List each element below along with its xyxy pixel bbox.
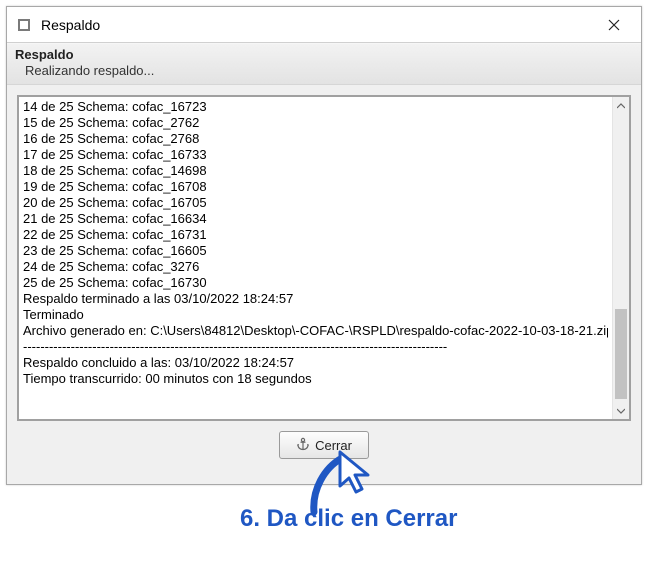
- window-title: Respaldo: [41, 17, 593, 33]
- chevron-down-icon: [617, 408, 625, 414]
- close-button-label: Cerrar: [315, 438, 352, 453]
- log-line: 14 de 25 Schema: cofac_16723: [23, 99, 608, 115]
- chevron-up-icon: [617, 103, 625, 109]
- log-line: Respaldo concluido a las: 03/10/2022 18:…: [23, 355, 608, 371]
- log-line: 19 de 25 Schema: cofac_16708: [23, 179, 608, 195]
- log-line: 17 de 25 Schema: cofac_16733: [23, 147, 608, 163]
- log-line: 16 de 25 Schema: cofac_2768: [23, 131, 608, 147]
- scroll-thumb[interactable]: [615, 309, 627, 399]
- close-button[interactable]: Cerrar: [279, 431, 369, 459]
- log-line: Respaldo terminado a las 03/10/2022 18:2…: [23, 291, 608, 307]
- log-line: Tiempo transcurrido: 00 minutos con 18 s…: [23, 371, 608, 387]
- sub-header: Respaldo Realizando respaldo...: [7, 43, 641, 85]
- log-line: 20 de 25 Schema: cofac_16705: [23, 195, 608, 211]
- scrollbar[interactable]: [612, 97, 629, 419]
- log-line: 24 de 25 Schema: cofac_3276: [23, 259, 608, 275]
- dialog-window: Respaldo Respaldo Realizando respaldo...…: [6, 6, 642, 485]
- close-icon: [608, 19, 620, 31]
- button-row: Cerrar: [17, 421, 631, 459]
- log-line: 21 de 25 Schema: cofac_16634: [23, 211, 608, 227]
- scroll-track[interactable]: [613, 114, 629, 402]
- scroll-up-button[interactable]: [613, 97, 629, 114]
- app-icon: [17, 17, 33, 33]
- log-line: Terminado: [23, 307, 608, 323]
- annotation-text: 6. Da clic en Cerrar: [240, 505, 457, 533]
- log-line: 23 de 25 Schema: cofac_16605: [23, 243, 608, 259]
- subheader-title: Respaldo: [15, 47, 633, 62]
- log-line: ----------------------------------------…: [23, 339, 608, 355]
- log-output[interactable]: 14 de 25 Schema: cofac_1672315 de 25 Sch…: [19, 97, 612, 419]
- log-line: Archivo generado en: C:\Users\84812\Desk…: [23, 323, 608, 339]
- title-bar: Respaldo: [7, 7, 641, 43]
- log-line: 18 de 25 Schema: cofac_14698: [23, 163, 608, 179]
- scroll-down-button[interactable]: [613, 402, 629, 419]
- content-area: 14 de 25 Schema: cofac_1672315 de 25 Sch…: [7, 85, 641, 469]
- anchor-icon: [296, 437, 310, 454]
- subheader-status: Realizando respaldo...: [15, 62, 633, 78]
- log-line: 25 de 25 Schema: cofac_16730: [23, 275, 608, 291]
- log-line: 15 de 25 Schema: cofac_2762: [23, 115, 608, 131]
- window-close-button[interactable]: [593, 11, 635, 39]
- log-line: 22 de 25 Schema: cofac_16731: [23, 227, 608, 243]
- log-panel: 14 de 25 Schema: cofac_1672315 de 25 Sch…: [17, 95, 631, 421]
